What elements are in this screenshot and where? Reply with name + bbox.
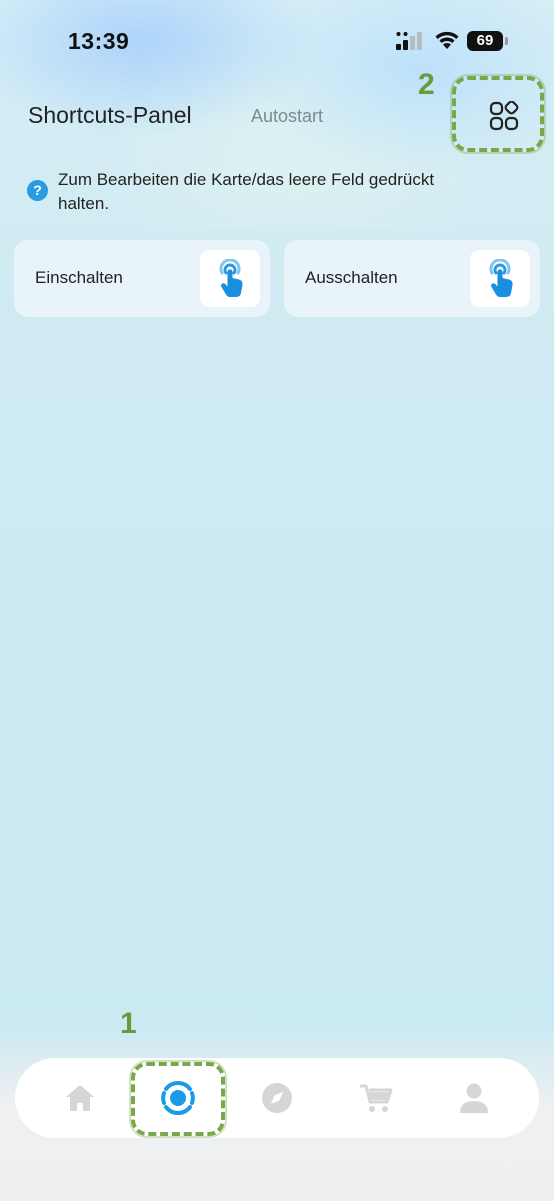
shortcut-card-ausschalten[interactable]: Ausschalten — [284, 240, 540, 317]
status-bar: 13:39 69 — [0, 0, 554, 80]
tap-hand-icon — [489, 258, 513, 297]
battery-indicator: 69 — [467, 31, 503, 51]
battery-tip — [505, 37, 508, 45]
wifi-icon — [435, 31, 459, 49]
widgets-grid-button[interactable] — [480, 96, 528, 136]
nav-home[interactable] — [40, 1058, 120, 1138]
widgets-grid-icon — [489, 101, 519, 131]
annotation-marker-2: 2 — [418, 68, 435, 101]
home-icon — [66, 1085, 94, 1111]
page-title: Shortcuts-Panel — [28, 102, 192, 128]
compass-icon — [262, 1083, 292, 1113]
status-time: 13:39 — [68, 28, 130, 54]
tap-hand-icon — [219, 258, 243, 297]
shortcut-label: Einschalten — [35, 268, 123, 287]
tab-autostart[interactable]: Autostart — [251, 106, 323, 127]
help-icon: ? — [27, 180, 48, 201]
nav-discover[interactable] — [237, 1058, 317, 1138]
hint-text: Zum Bearbeiten die Karte/das leere Feld … — [58, 170, 435, 213]
shortcut-label: Ausschalten — [305, 268, 398, 287]
highlight-box-nav — [131, 1062, 225, 1136]
bottom-nav — [15, 1058, 539, 1138]
nav-shop[interactable] — [336, 1058, 416, 1138]
cart-icon — [360, 1084, 393, 1112]
profile-icon — [460, 1083, 488, 1113]
shortcut-card-einschalten[interactable]: Einschalten — [14, 240, 270, 317]
shortcut-run-button[interactable] — [200, 250, 260, 307]
signal-icon — [396, 32, 422, 50]
shortcut-run-button[interactable] — [470, 250, 530, 307]
nav-profile[interactable] — [434, 1058, 514, 1138]
annotation-marker-1: 1 — [120, 1007, 137, 1040]
